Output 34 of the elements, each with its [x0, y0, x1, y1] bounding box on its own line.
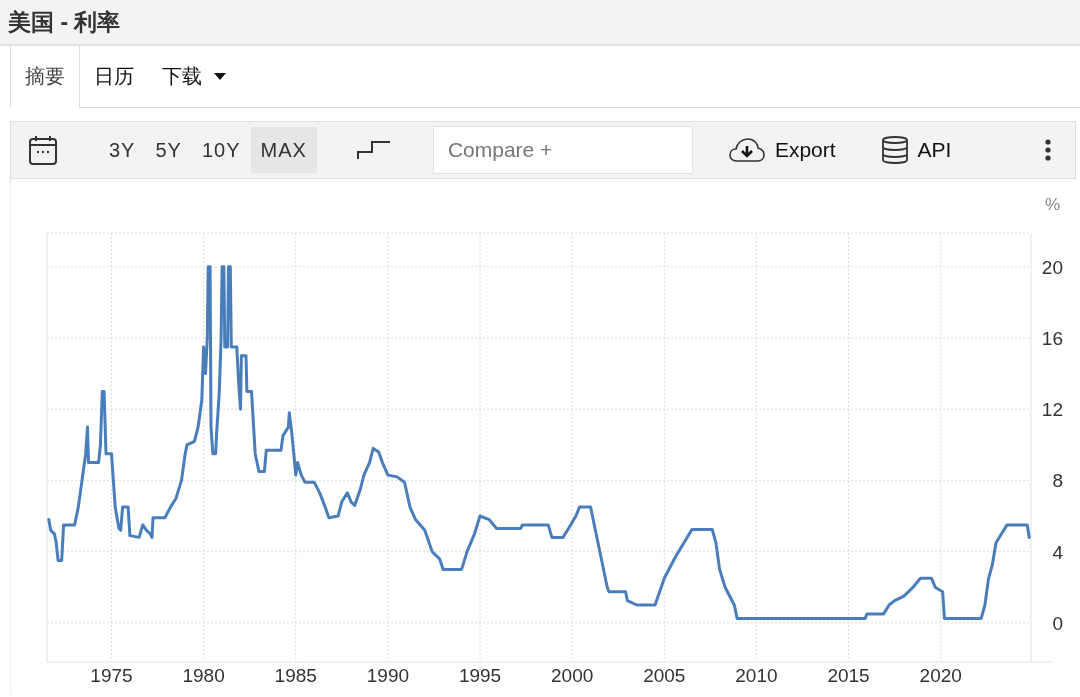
step-line-icon[interactable]: [356, 140, 391, 160]
tab[interactable]: 下载: [148, 46, 240, 108]
range-button[interactable]: 3Y: [99, 127, 146, 173]
x-axis-label: 2010: [735, 665, 778, 686]
database-icon: [881, 135, 908, 165]
page-title: 美国 - 利率: [8, 7, 121, 37]
x-axis-label: 2015: [827, 665, 870, 686]
unit-label: %: [1044, 195, 1060, 214]
tab[interactable]: 摘要: [10, 46, 80, 108]
range-button[interactable]: 10Y: [191, 127, 251, 173]
x-axis-label: 1985: [274, 665, 317, 686]
x-axis-label: 2020: [919, 665, 962, 686]
caret-icon: [214, 72, 226, 81]
range-button[interactable]: MAX: [250, 127, 317, 173]
y-axis-label: 8: [1052, 470, 1063, 492]
calendar-icon[interactable]: [29, 135, 57, 165]
y-axis-label: 20: [1041, 256, 1063, 278]
tab[interactable]: 日历: [80, 46, 148, 108]
x-axis-label: 1990: [366, 665, 410, 686]
x-axis-label: 1980: [182, 665, 225, 686]
y-axis-label: 4: [1052, 541, 1063, 563]
export-button[interactable]: Export: [728, 138, 836, 162]
y-axis-label: 12: [1041, 399, 1063, 421]
y-axis-label: 16: [1041, 328, 1063, 349]
x-axis-label: 2000: [551, 665, 594, 686]
cloud-download-icon: [728, 138, 765, 162]
x-axis-label: 1975: [90, 665, 133, 686]
x-axis-label: 1995: [458, 665, 502, 686]
api-button[interactable]: API: [881, 135, 952, 165]
more-icon[interactable]: [1045, 139, 1051, 161]
x-axis-label: 2005: [643, 665, 686, 686]
compare-field[interactable]: Compare +: [432, 126, 693, 174]
range-button[interactable]: 5Y: [145, 127, 192, 173]
y-axis-label: 0: [1052, 612, 1063, 634]
